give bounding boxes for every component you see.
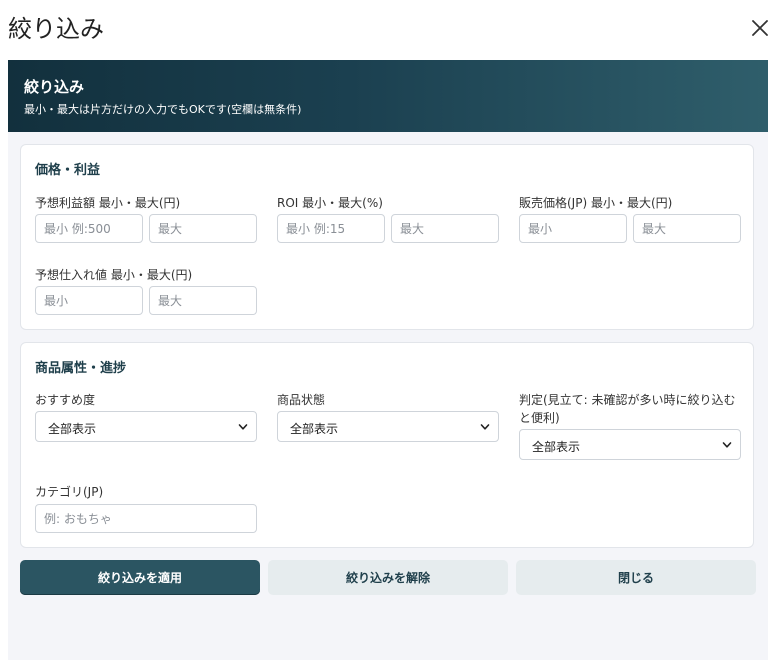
apply-filter-button[interactable]: 絞り込みを適用 <box>20 560 260 595</box>
purchase-price-min-input[interactable] <box>35 286 143 315</box>
chevron-down-icon <box>238 424 248 430</box>
judgement-label-line1: 判定(見立て: 未確認が多い時に絞り込む <box>519 393 736 407</box>
attributes-title: 商品属性・進捗 <box>35 361 127 376</box>
expected-profit-min-input[interactable] <box>35 214 143 243</box>
chevron-down-icon <box>722 442 732 448</box>
judgement-label: 判定(見立て: 未確認が多い時に絞り込む と便利) <box>519 391 745 427</box>
sale-price-label: 販売価格(JP) 最小・最大(円) <box>519 196 673 210</box>
expected-profit-max-input[interactable] <box>149 214 257 243</box>
expected-profit-label: 予想利益額 最小・最大(円) <box>35 196 181 210</box>
recommendation-select[interactable]: 全部表示 <box>35 411 257 442</box>
roi-min-input[interactable] <box>277 214 385 243</box>
judgement-label-line2: と便利) <box>519 411 560 425</box>
judgement-select[interactable]: 全部表示 <box>519 429 741 460</box>
close-button[interactable]: 閉じる <box>516 560 756 595</box>
filter-banner: 絞り込み 最小・最大は片方だけの入力でもOKです(空欄は無条件) <box>8 60 768 132</box>
roi-max-input[interactable] <box>391 214 499 243</box>
sale-price-max-input[interactable] <box>633 214 741 243</box>
purchase-price-max-input[interactable] <box>149 286 257 315</box>
price-profit-card: 価格・利益 予想利益額 最小・最大(円) ROI 最小・最大(%) 販売価格(J… <box>20 144 754 330</box>
roi-label: ROI 最小・最大(%) <box>277 196 383 210</box>
category-label: カテゴリ(JP) <box>35 485 104 499</box>
attributes-card: 商品属性・進捗 おすすめ度 全部表示 商品状態 全部表示 判定(見立て: 未確認… <box>20 342 754 548</box>
close-icon[interactable] <box>748 16 772 40</box>
chevron-down-icon <box>480 424 490 430</box>
sale-price-min-input[interactable] <box>519 214 627 243</box>
recommendation-select-value: 全部表示 <box>48 422 97 436</box>
condition-select[interactable]: 全部表示 <box>277 411 499 442</box>
category-input[interactable] <box>35 504 257 533</box>
condition-label: 商品状態 <box>277 393 326 407</box>
recommendation-label: おすすめ度 <box>35 393 96 407</box>
filter-panel: 絞り込み 最小・最大は片方だけの入力でもOKです(空欄は無条件) 価格・利益 予… <box>8 60 768 660</box>
clear-filter-button[interactable]: 絞り込みを解除 <box>268 560 508 595</box>
judgement-select-value: 全部表示 <box>532 440 581 454</box>
condition-select-value: 全部表示 <box>290 422 339 436</box>
purchase-price-label: 予想仕入れ値 最小・最大(円) <box>35 268 193 282</box>
price-profit-title: 価格・利益 <box>35 163 101 178</box>
dialog-title: 絞り込み <box>8 15 104 43</box>
banner-title: 絞り込み <box>24 78 85 96</box>
banner-subtitle: 最小・最大は片方だけの入力でもOKです(空欄は無条件) <box>24 103 302 116</box>
